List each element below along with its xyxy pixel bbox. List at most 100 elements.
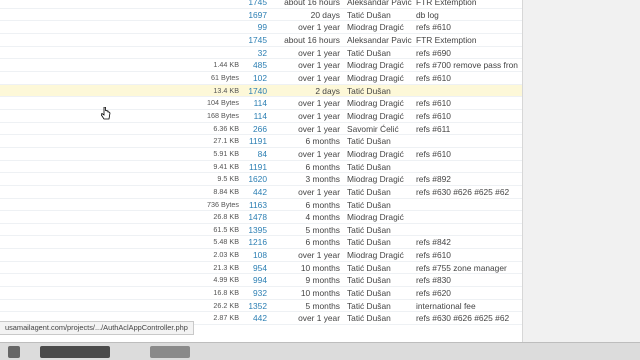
revision-link[interactable]: 954 [241, 262, 267, 275]
revision-link[interactable]: 1395 [241, 224, 267, 237]
taskbar-app-icon[interactable] [40, 346, 110, 358]
revision-link[interactable]: 1745 [241, 34, 267, 47]
revision-link[interactable]: 1745 [241, 0, 267, 9]
file-row[interactable]: ContentsController.php8.84 KB442over 1 y… [0, 186, 522, 199]
commit-age: 6 months [305, 161, 340, 172]
revision-link[interactable]: 1620 [241, 173, 267, 186]
file-row[interactable]: CustomersController.php61.5 KB13955 mont… [0, 224, 522, 237]
revision-link[interactable]: 99 [241, 21, 267, 34]
revision-link[interactable]: 1191 [241, 135, 267, 148]
revision-link[interactable]: 1740 [241, 85, 267, 98]
commit-age: 9 months [305, 275, 340, 286]
commit-message: refs #610 [416, 22, 451, 33]
commit-message: refs #830 [416, 275, 451, 286]
commit-age: 10 months [300, 288, 340, 299]
commit-age: about 16 hours [284, 0, 340, 7]
commit-author: Miodrag Dragić [347, 174, 404, 185]
folder-row[interactable]: −Controller1745about 16 hoursAleksandar … [0, 34, 522, 47]
revision-link[interactable]: 84 [241, 148, 267, 161]
revision-link[interactable]: 442 [241, 186, 267, 199]
commit-age: over 1 year [298, 60, 340, 71]
commit-age: 5 months [305, 300, 340, 311]
file-row[interactable]: InsurancesController.php4.99 KB9949 mont… [0, 274, 522, 288]
file-row[interactable]: CommoditiesController.php9.5 KB16203 mon… [0, 173, 522, 186]
file-size: 16.8 KB [213, 288, 239, 298]
file-row[interactable]: IndexShipmentInvoicesController.php21.3 … [0, 262, 522, 275]
revision-link[interactable]: 1352 [241, 300, 267, 313]
commit-message: international fee [416, 300, 476, 311]
commit-author: Tatić Dušan [347, 47, 391, 58]
file-row[interactable]: AuthAclAppController.php104 Bytes114over… [0, 97, 522, 110]
revision-link[interactable]: 32 [241, 47, 267, 60]
file-row[interactable]: MembershipsController.php26.2 KB13525 mo… [0, 300, 522, 313]
file-row[interactable]: AuthAclController.php168 Bytes114over 1 … [0, 110, 522, 123]
commit-age: 20 days [310, 9, 340, 20]
commit-message: refs #610 [416, 72, 451, 83]
revision-link[interactable]: 1191 [241, 161, 267, 174]
revision-link[interactable]: 932 [241, 287, 267, 300]
file-row[interactable]: AppController.php13.4 KB17402 daysTatić … [0, 84, 522, 98]
file-row[interactable]: CampaignsController.php6.36 KB266over 1 … [0, 123, 522, 136]
commit-author: Tatić Dušan [347, 85, 391, 96]
file-row[interactable]: DashboardController.php5.48 KB12166 mont… [0, 236, 522, 250]
file-size: 1.44 KB [213, 60, 239, 70]
file-size: 4.99 KB [213, 275, 239, 285]
commit-author: Miodrag Dragić [347, 250, 404, 261]
commit-age: 3 months [305, 174, 340, 185]
taskbar-app-icon[interactable] [150, 346, 190, 358]
commit-author: Aleksandar Pavic [347, 34, 412, 45]
taskbar-app-icon[interactable] [8, 346, 20, 358]
file-row[interactable]: GroupsController.php2.03 KB108over 1 yea… [0, 249, 522, 262]
folder-row[interactable]: −app1745about 16 hoursAleksandar PavicFT… [0, 0, 522, 9]
revision-link[interactable]: 1478 [241, 211, 267, 224]
commit-message: refs #755 zone manager [416, 262, 507, 273]
revision-link[interactable]: 485 [241, 59, 267, 72]
commit-age: 6 months [305, 199, 340, 210]
file-row[interactable]: InvoicesController.php16.8 KB93210 month… [0, 287, 522, 300]
folder-row[interactable]: +Console99over 1 yearMiodrag Dragićrefs … [0, 21, 522, 34]
revision-link[interactable]: 994 [241, 274, 267, 287]
revision-link[interactable]: 442 [241, 312, 267, 325]
file-row[interactable]: AdminController.php61 Bytes102over 1 yea… [0, 72, 522, 85]
file-size: 2.87 KB [213, 313, 239, 323]
file-row[interactable]: ChatOperatorsController.php5.91 KB84over… [0, 148, 522, 161]
commit-age: over 1 year [298, 148, 340, 159]
file-row[interactable]: AccessDeniedController.php1.44 KB485over… [0, 59, 522, 72]
commit-message: refs #620 [416, 288, 451, 299]
commit-message: refs #842 [416, 237, 451, 248]
commit-message: refs #611 [416, 123, 451, 134]
commit-age: 4 months [305, 212, 340, 223]
revision-link[interactable]: 266 [241, 123, 267, 136]
commit-message: refs #892 [416, 174, 451, 185]
taskbar [0, 342, 640, 360]
revision-link[interactable]: 1216 [241, 236, 267, 249]
commit-author: Tatić Dušan [347, 199, 391, 210]
commit-author: Miodrag Dragić [347, 110, 404, 121]
commit-author: Tatić Dušan [347, 313, 391, 324]
file-row[interactable]: CarriersController.php27.1 KB11916 month… [0, 135, 522, 148]
file-row[interactable]: CronController.php736 Bytes11636 monthsT… [0, 199, 522, 212]
commit-age: over 1 year [298, 186, 340, 197]
revision-link[interactable]: 114 [241, 97, 267, 110]
commit-author: Aleksandar Pavic [347, 0, 412, 7]
commit-author: Tatić Dušan [347, 262, 391, 273]
revision-link[interactable]: 108 [241, 249, 267, 262]
file-size: 9.41 KB [213, 161, 239, 171]
revision-link[interactable]: 1163 [241, 199, 267, 212]
file-size: 104 Bytes [207, 98, 239, 108]
file-row[interactable]: CustomerAddressesController.php26.8 KB14… [0, 211, 522, 224]
commit-message: FTR Extemption [416, 0, 477, 7]
commit-message: refs #700 remove pass fron [416, 60, 518, 71]
revision-link[interactable]: 1697 [241, 9, 267, 22]
folder-row[interactable]: +Config169720 daysTatić Dušandb log [0, 9, 522, 22]
revision-link[interactable]: 102 [241, 72, 267, 85]
commit-author: Miodrag Dragić [347, 98, 404, 109]
commit-age: over 1 year [298, 22, 340, 33]
commit-age: over 1 year [298, 110, 340, 121]
commit-author: Miodrag Dragić [347, 72, 404, 83]
folder-row[interactable]: +Component32over 1 yearTatić Dušanrefs #… [0, 47, 522, 60]
file-row[interactable]: ClaimRequestsController.php9.41 KB11916 … [0, 161, 522, 174]
file-size: 9.5 KB [217, 174, 239, 184]
commit-author: Miodrag Dragić [347, 60, 404, 71]
revision-link[interactable]: 114 [241, 110, 267, 123]
